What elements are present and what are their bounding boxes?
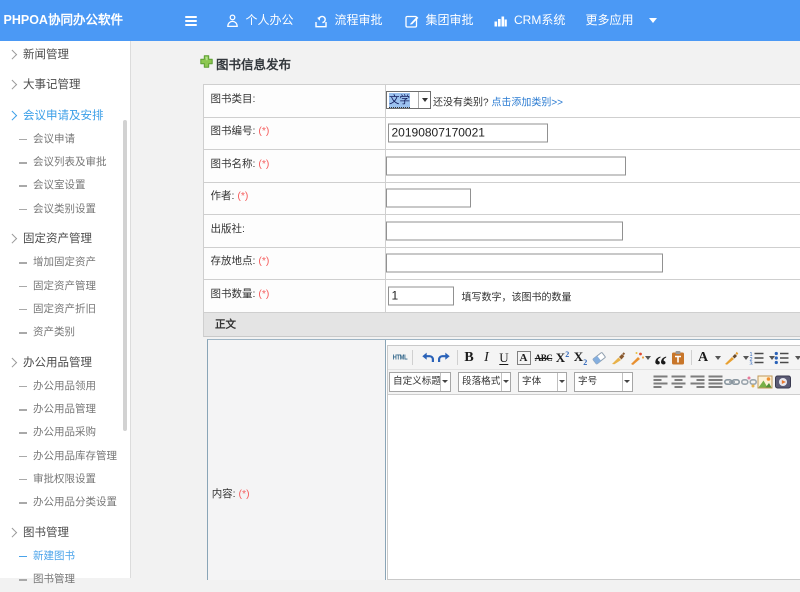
- svg-text:3: 3: [749, 361, 752, 365]
